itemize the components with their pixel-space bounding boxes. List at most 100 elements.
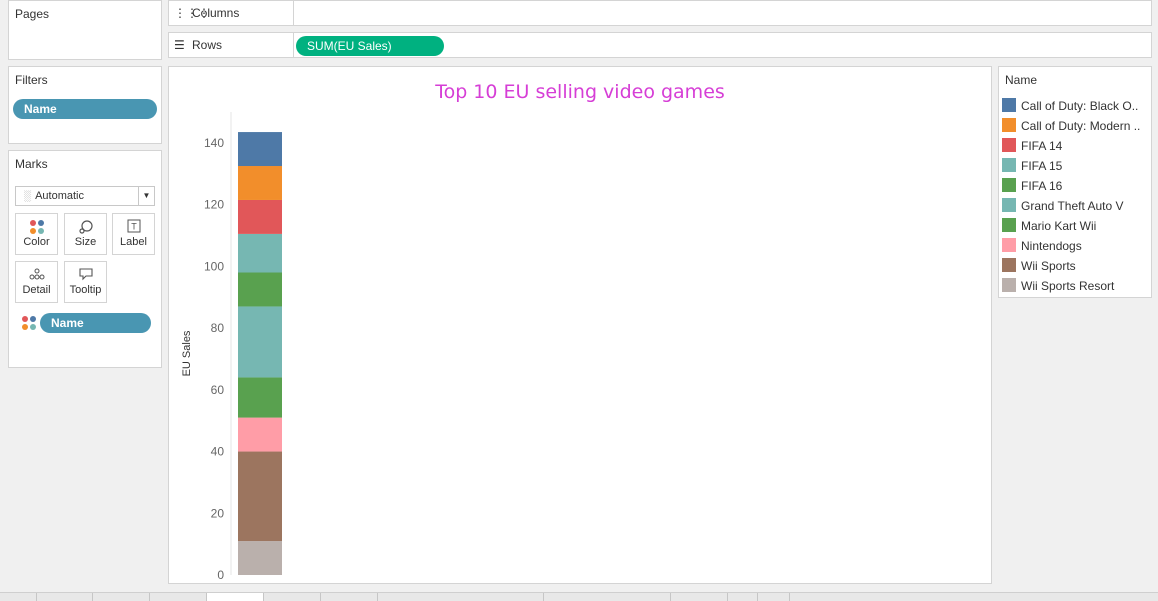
legend-swatch [1002, 158, 1016, 172]
y-tick-label: 0 [217, 568, 224, 582]
label-label: Label [120, 236, 147, 248]
bar-segment[interactable] [238, 306, 282, 378]
bar-segment[interactable] [238, 451, 282, 542]
rows-shelf[interactable]: ☰ Rows SUM(EU Sales) [168, 32, 1152, 58]
sheet-tab[interactable] [149, 593, 206, 601]
bar-segment[interactable] [238, 541, 282, 575]
label-button[interactable]: T Label [112, 213, 155, 255]
legend-label: FIFA 16 [1021, 179, 1063, 193]
detail-button[interactable]: Detail [15, 261, 58, 303]
legend-label: Mario Kart Wii [1021, 219, 1097, 233]
legend-swatch [1002, 178, 1016, 192]
svg-text:T: T [131, 222, 137, 232]
columns-shelf-label: ⋮⋮⋮Columns [174, 1, 294, 25]
legend-label: Grand Theft Auto V [1021, 199, 1124, 213]
sheet-tab[interactable] [263, 593, 320, 601]
sheet-tab[interactable] [36, 593, 92, 601]
pages-card[interactable]: Pages [8, 0, 162, 60]
legend-item[interactable]: Call of Duty: Modern .. [1002, 116, 1150, 136]
mark-type-dropdown[interactable]: ░ Automatic ▼ [15, 186, 155, 206]
columns-shelf[interactable]: ⋮⋮⋮Columns [168, 0, 1152, 26]
color-button[interactable]: Color [15, 213, 58, 255]
sheet-tab[interactable] [377, 593, 543, 601]
sheet-tab[interactable] [320, 593, 377, 601]
new-story-button[interactable] [789, 593, 821, 601]
legend-item[interactable]: FIFA 14 [1002, 136, 1150, 156]
legend-item[interactable]: Grand Theft Auto V [1002, 196, 1150, 216]
tooltip-icon [65, 262, 106, 284]
rows-icon: ☰ [174, 38, 185, 52]
columns-icon: ⋮⋮⋮ [174, 6, 210, 20]
detail-icon [16, 262, 57, 284]
chart-svg: 0 20 40 60 80 100 120 140 EU Sales [181, 112, 282, 582]
rows-shelf-label: ☰ Rows [174, 33, 294, 57]
legend-label: Call of Duty: Modern .. [1021, 119, 1141, 133]
y-axis-label: EU Sales [181, 330, 193, 376]
label-icon: T [113, 214, 154, 236]
legend-item[interactable]: FIFA 16 [1002, 176, 1150, 196]
legend-card: Name Call of Duty: Black O.. Call of Duty… [998, 66, 1152, 298]
legend-item[interactable]: Call of Duty: Black O.. [1002, 96, 1150, 116]
legend-item[interactable]: FIFA 15 [1002, 156, 1150, 176]
legend-swatch [1002, 258, 1016, 272]
filter-pill-name[interactable]: Name [13, 99, 157, 119]
chart-view: Top 10 EU selling video games 0 20 40 60 80 1… [168, 66, 992, 584]
rows-label-text: Rows [192, 38, 223, 52]
color-encoding-icon [21, 315, 37, 336]
bar-segment[interactable] [238, 199, 282, 234]
sheet-tab-strip[interactable] [0, 592, 1158, 601]
size-label: Size [74, 236, 97, 248]
new-sheet-button[interactable] [727, 593, 757, 601]
detail-label: Detail [22, 284, 51, 296]
bar-segment[interactable] [238, 272, 282, 307]
new-dashboard-button[interactable] [757, 593, 789, 601]
bar-segment[interactable] [238, 166, 282, 200]
chevron-down-icon[interactable]: ▼ [138, 187, 154, 205]
marks-title: Marks [15, 157, 48, 171]
rows-pill-eu-sales[interactable]: SUM(EU Sales) [296, 36, 444, 56]
columns-label-text: Columns [192, 6, 240, 20]
legend-swatch [1002, 98, 1016, 112]
legend-label: Wii Sports [1021, 259, 1076, 273]
legend-swatch [1002, 278, 1016, 292]
legend-item[interactable]: Wii Sports Resort [1002, 276, 1150, 296]
y-tick-label: 60 [211, 383, 225, 397]
legend-label: Wii Sports Resort [1021, 279, 1115, 293]
y-tick-label: 80 [211, 321, 225, 335]
bar-chart-icon: ░ [24, 191, 32, 202]
y-tick-label: 120 [204, 198, 224, 212]
mark-type-value: Automatic [35, 190, 85, 202]
legend-label: Call of Duty: Black O.. [1021, 99, 1139, 113]
sheet-tab[interactable] [543, 593, 670, 601]
pages-title: Pages [15, 7, 50, 21]
size-button[interactable]: Size [64, 213, 107, 255]
filters-title: Filters [15, 73, 48, 87]
bar-segment[interactable] [238, 417, 282, 452]
bar-segment[interactable] [238, 233, 282, 273]
color-dots-icon [16, 214, 57, 236]
y-tick-label: 100 [204, 259, 224, 273]
tooltip-label: Tooltip [69, 284, 102, 296]
color-pill-name[interactable]: Name [40, 313, 151, 333]
y-tick-label: 140 [204, 136, 224, 150]
sheet-tab[interactable] [92, 593, 149, 601]
y-tick-label: 40 [211, 445, 225, 459]
legend-label: FIFA 15 [1021, 159, 1063, 173]
filters-card[interactable]: Filters Name [8, 66, 162, 144]
legend-label: Nintendogs [1021, 239, 1082, 253]
legend-swatch [1002, 118, 1016, 132]
sheet-tab[interactable] [670, 593, 727, 601]
legend-item[interactable]: Mario Kart Wii [1002, 216, 1150, 236]
y-tick-label: 20 [211, 506, 225, 520]
sheet-tab-active[interactable] [206, 593, 263, 601]
color-label: Color [23, 236, 50, 248]
tooltip-button[interactable]: Tooltip [64, 261, 107, 303]
legend-swatch [1002, 238, 1016, 252]
legend-swatch [1002, 198, 1016, 212]
bar-segment[interactable] [238, 377, 282, 418]
marks-card: Marks ░ Automatic ▼ Color Size T Label De… [8, 150, 162, 368]
legend-item[interactable]: Wii Sports [1002, 256, 1150, 276]
legend-item[interactable]: Nintendogs [1002, 236, 1150, 256]
bar-segment[interactable] [238, 132, 282, 167]
legend-label: FIFA 14 [1021, 139, 1063, 153]
